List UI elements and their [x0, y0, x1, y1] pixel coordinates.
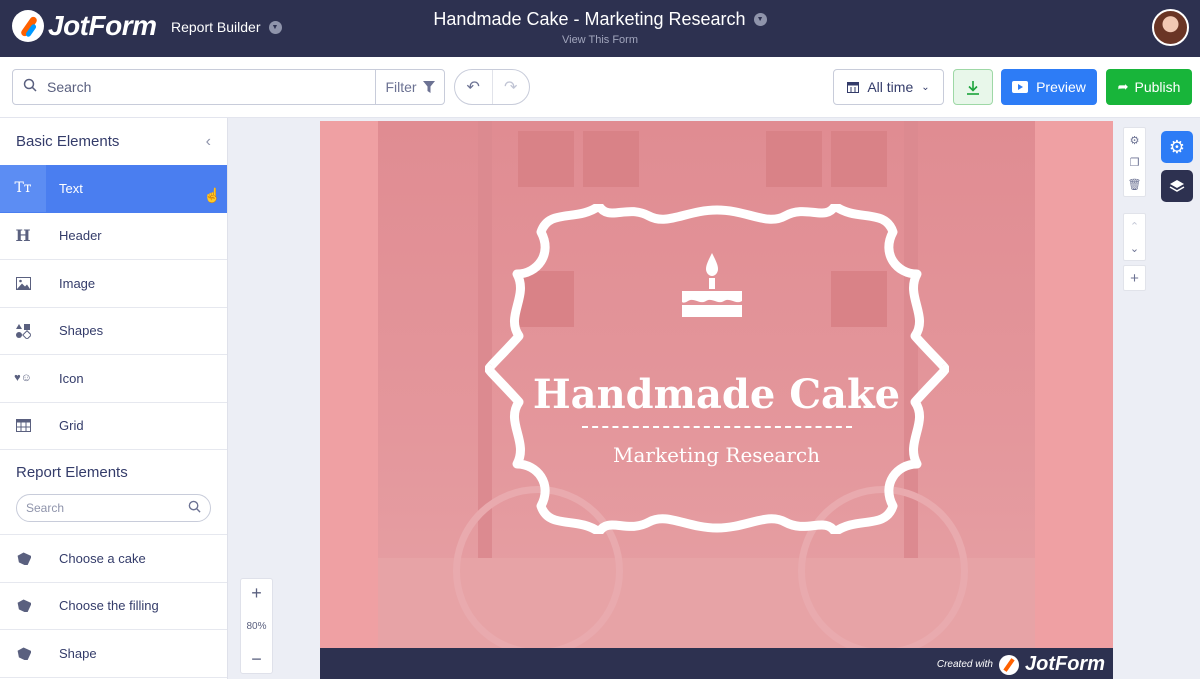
header-icon: H	[15, 226, 31, 246]
sidebar-item-label: Image	[59, 275, 96, 291]
page-move-group: ⌃ ⌄	[1123, 213, 1146, 261]
report-item-choose-a-cake[interactable]: Choose a cake	[0, 535, 227, 583]
sidebar-item-text[interactable]: Tт Text ☝	[0, 165, 227, 213]
report-slide[interactable]: Handmade Cake Marketing Research	[320, 121, 1113, 648]
basic-elements-header: Basic Elements ‹	[0, 118, 227, 165]
calendar-icon	[847, 82, 860, 93]
page-settings-icon[interactable]: ⚙	[1130, 131, 1140, 149]
search-input[interactable]	[47, 79, 367, 95]
undo-redo-group: ↶ ↷	[454, 69, 530, 105]
grid-icon	[0, 403, 46, 450]
preview-label: Preview	[1036, 79, 1086, 95]
slide-footer: Created with JotForm	[320, 648, 1113, 679]
search-icon[interactable]	[188, 500, 201, 516]
chevron-down-icon: ⌄	[921, 81, 930, 93]
slide-subtitle[interactable]: Marketing Research	[320, 443, 1113, 467]
redo-icon[interactable]: ↷	[491, 70, 530, 104]
footer-brand: JotForm	[1025, 653, 1105, 675]
publish-button[interactable]: ➦ Publish	[1106, 69, 1192, 105]
sidebar-item-header[interactable]: H Header	[0, 213, 227, 260]
publish-label: Publish	[1134, 79, 1181, 95]
undo-icon[interactable]: ↶	[455, 70, 492, 104]
view-form-link[interactable]: View This Form	[0, 34, 1200, 46]
jotform-logo-icon	[999, 654, 1019, 675]
page-actions-group: ⚙ ❐ 🗑	[1123, 127, 1146, 197]
play-icon	[1012, 81, 1029, 93]
move-up-icon[interactable]: ⌃	[1130, 217, 1139, 235]
filter-button[interactable]: Filter	[375, 70, 444, 104]
sidebar-item-grid[interactable]: Grid	[0, 403, 227, 450]
zoom-in-button[interactable]: +	[251, 583, 262, 603]
photo-window-pane	[766, 131, 822, 187]
slide-title[interactable]: Handmade Cake	[320, 371, 1113, 418]
photo-window-pane	[583, 131, 639, 187]
filter-label: Filter	[385, 79, 417, 95]
tag-icon	[0, 630, 46, 677]
download-button[interactable]	[953, 69, 993, 105]
page-tools: ⚙ ❐ 🗑 ⌃ ⌄ +	[1123, 127, 1146, 291]
search-icon	[13, 78, 47, 97]
add-page-icon[interactable]: +	[1130, 269, 1139, 287]
created-with-text: Created with	[936, 659, 993, 670]
sidebar-item-label: Shapes	[59, 323, 104, 339]
search-box: Filter	[12, 69, 445, 105]
report-item-label: Choose the filling	[59, 598, 159, 614]
zoom-level: 80%	[246, 620, 267, 632]
elements-sidebar: Basic Elements ‹ Tт Text ☝ H Header Imag…	[0, 118, 228, 679]
heart-smile-icon: ♥☺	[14, 372, 32, 385]
tag-icon	[0, 535, 46, 582]
date-range-label: All time	[867, 79, 914, 95]
chevron-down-icon: ▼	[753, 13, 767, 26]
sidebar-item-label: Grid	[59, 418, 84, 434]
download-icon	[967, 80, 979, 95]
report-item-shape[interactable]: Shape	[0, 630, 227, 678]
report-item-label: Choose a cake	[59, 550, 146, 566]
user-avatar[interactable]	[1152, 9, 1189, 46]
report-elements-search	[16, 494, 211, 522]
divider	[0, 522, 227, 535]
sidebar-item-label: Header	[59, 228, 102, 244]
tag-icon	[0, 583, 46, 630]
hand-cursor-icon: ☝	[203, 187, 221, 203]
report-item-choose-the-filling[interactable]: Choose the filling	[0, 583, 227, 630]
sidebar-item-image[interactable]: Image	[0, 260, 227, 308]
form-title-dropdown[interactable]: Handmade Cake - Marketing Research ▼	[433, 9, 767, 30]
preview-button[interactable]: Preview	[1001, 69, 1097, 105]
form-title-area: Handmade Cake - Marketing Research ▼ Vie…	[0, 9, 1200, 46]
form-title: Handmade Cake - Marketing Research	[433, 9, 746, 29]
top-bar: JotForm Report Builder ▼ Handmade Cake -…	[0, 0, 1200, 57]
zoom-controls: + 80% −	[240, 578, 273, 674]
settings-gear-button[interactable]: ⚙	[1161, 131, 1193, 163]
created-with-branding: Created with JotForm	[937, 653, 1105, 676]
basic-elements-title: Basic Elements	[16, 133, 120, 150]
image-icon	[0, 260, 46, 307]
layers-button[interactable]	[1161, 170, 1193, 202]
filter-icon	[422, 81, 435, 93]
gear-icon: ⚙	[1168, 136, 1186, 157]
duplicate-page-icon[interactable]: ❐	[1130, 153, 1140, 171]
sidebar-item-icon[interactable]: ♥☺ Icon	[0, 355, 227, 403]
text-icon: Tт	[0, 165, 46, 212]
trash-icon[interactable]: 🗑	[1128, 175, 1142, 193]
share-arrow-icon: ➦	[1117, 79, 1129, 94]
report-elements-title: Report Elements	[16, 463, 128, 481]
sidebar-item-label: Icon	[59, 370, 84, 386]
date-range-select[interactable]: All time ⌄	[833, 69, 944, 105]
birthday-cake-icon	[682, 253, 742, 317]
photo-window-pane	[831, 131, 887, 187]
report-item-label: Shape	[59, 645, 97, 661]
sidebar-item-label: Text	[59, 180, 83, 196]
move-down-icon[interactable]: ⌄	[1130, 239, 1139, 257]
photo-window-pane	[518, 131, 574, 187]
add-page-group: +	[1123, 265, 1146, 291]
dashed-divider	[582, 426, 852, 428]
report-search-input[interactable]	[26, 501, 176, 515]
sidebar-item-shapes[interactable]: Shapes	[0, 308, 227, 355]
zoom-out-button[interactable]: −	[251, 649, 262, 669]
toolbar: Filter ↶ ↷ All time ⌄ Preview ➦ Publish	[0, 57, 1200, 118]
shapes-icon	[0, 308, 46, 355]
layers-icon	[1169, 180, 1185, 192]
collapse-sidebar-icon[interactable]: ‹	[206, 133, 211, 151]
